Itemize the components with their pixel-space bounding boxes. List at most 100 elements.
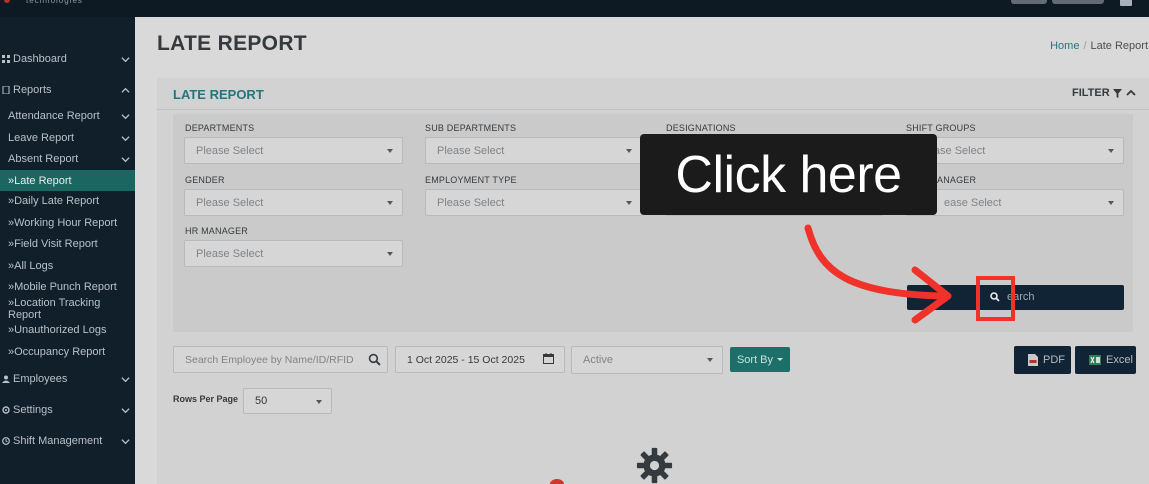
manager-select[interactable]: ease Select — [906, 189, 1124, 216]
topbar-button-1[interactable] — [1011, 0, 1047, 4]
sidebar-item-field-visit-report[interactable]: »Field Visit Report — [0, 236, 135, 252]
employment-type-label: EMPLOYMENT TYPE — [425, 175, 517, 185]
shift-groups-label: SHIFT GROUPS — [906, 123, 976, 133]
sidebar-item-reports[interactable]: Reports — [0, 82, 135, 98]
collapse-chevron-up-icon[interactable] — [1126, 88, 1136, 98]
caret-down-icon — [316, 400, 322, 404]
sidebar-item-label: Absent Report — [8, 153, 79, 165]
loading-dot — [550, 479, 564, 484]
status-select[interactable]: Active — [571, 346, 723, 374]
breadcrumb-home-link[interactable]: Home — [1050, 40, 1079, 52]
gender-placeholder: Please Select — [196, 196, 264, 209]
breadcrumb: Home / Late Report — [1050, 40, 1148, 52]
sidebar-item-unauthorized-logs[interactable]: »Unauthorized Logs — [0, 322, 135, 338]
caret-down-icon — [626, 149, 632, 153]
sidebar-item-label: »Occupancy Report — [8, 346, 106, 358]
chevron-down-icon — [121, 56, 130, 62]
sidebar-item-absent-report[interactable]: Absent Report — [0, 151, 135, 167]
excel-file-icon — [1089, 355, 1101, 365]
tutorial-highlight-box — [976, 276, 1015, 321]
employment-type-placeholder: Please Select — [437, 196, 505, 209]
sidebar-item-daily-late-report[interactable]: »Daily Late Report — [0, 193, 135, 209]
rows-per-page-select[interactable]: 50 — [243, 388, 332, 414]
sidebar-item-occupancy-report[interactable]: »Occupancy Report — [0, 344, 135, 360]
sidebar-item-employees[interactable]: Employees — [0, 371, 135, 387]
caret-down-icon — [387, 252, 393, 256]
filter-icon — [1112, 88, 1122, 98]
employee-search-input[interactable]: Search Employee by Name/ID/RFID — [173, 346, 388, 373]
dashboard-icon — [2, 55, 10, 63]
departments-label: DEPARTMENTS — [185, 123, 255, 133]
users-icon — [2, 375, 10, 383]
excel-button[interactable]: Excel — [1075, 346, 1136, 374]
sidebar-item-label: Leave Report — [8, 132, 75, 144]
sort-by-label: Sort By — [736, 353, 774, 366]
manager-label: ANAGER — [937, 175, 977, 185]
employee-search-placeholder: Search Employee by Name/ID/RFID — [185, 353, 354, 366]
logo-mark — [4, 0, 10, 3]
sidebar-item-mobile-punch-report[interactable]: »Mobile Punch Report — [0, 279, 135, 295]
pdf-label: PDF — [1043, 354, 1065, 366]
clock-icon — [2, 437, 10, 445]
chevron-down-icon — [121, 376, 130, 382]
sidebar-item-shift-management[interactable]: Shift Management — [0, 433, 135, 449]
pdf-button[interactable]: PDF — [1014, 346, 1071, 374]
employment-type-select[interactable]: Please Select — [425, 189, 642, 216]
filter-label: FILTER — [1072, 87, 1110, 99]
sidebar-item-all-logs[interactable]: »All Logs — [0, 258, 135, 274]
filter-toggle[interactable]: FILTER — [1072, 87, 1122, 99]
loading-gear-icon — [636, 447, 673, 484]
gender-label: GENDER — [185, 175, 225, 185]
hr-manager-label: HR MANAGER — [185, 226, 249, 236]
logo-text: technologies — [26, 0, 83, 5]
breadcrumb-separator: / — [1083, 40, 1087, 52]
sidebar-item-label: Settings — [13, 404, 53, 416]
sidebar-item-label: Shift Management — [13, 435, 103, 447]
language-flag-icon[interactable] — [1120, 0, 1132, 6]
departments-select[interactable]: Please Select — [184, 137, 403, 164]
caret-down-icon — [707, 358, 713, 362]
sidebar-item-dashboard[interactable]: Dashboard — [0, 51, 135, 67]
search-icon — [368, 353, 381, 366]
sidebar-item-label: »Working Hour Report — [8, 217, 118, 229]
breadcrumb-current: Late Report — [1090, 40, 1148, 52]
sidebar-item-leave-report[interactable]: Leave Report — [0, 130, 135, 146]
chevron-down-icon — [121, 156, 130, 162]
chevron-down-icon — [121, 407, 130, 413]
shift-groups-select[interactable]: Please Select — [906, 137, 1124, 164]
caret-down-icon — [777, 358, 784, 361]
topbar-button-2[interactable] — [1052, 0, 1104, 4]
gender-select[interactable]: Please Select — [184, 189, 403, 216]
sort-by-button[interactable]: Sort By — [730, 347, 790, 372]
chevron-down-icon — [121, 438, 130, 444]
date-range-input[interactable]: 1 Oct 2025 - 15 Oct 2025 — [395, 346, 565, 373]
rows-per-page-value: 50 — [255, 395, 268, 407]
departments-placeholder: Please Select — [196, 144, 264, 157]
sidebar-item-working-hour-report[interactable]: »Working Hour Report — [0, 215, 135, 231]
sidebar-item-attendance-report[interactable]: Attendance Report — [0, 108, 135, 124]
caret-down-icon — [1108, 149, 1114, 153]
date-range-value: 1 Oct 2025 - 15 Oct 2025 — [407, 353, 525, 366]
page-title: LATE REPORT — [157, 32, 307, 55]
calendar-icon — [543, 353, 554, 364]
sidebar-item-settings[interactable]: Settings — [0, 402, 135, 418]
hr-manager-select[interactable]: Please Select — [184, 240, 403, 267]
chevron-up-icon — [121, 87, 130, 93]
sidebar-item-label: »Mobile Punch Report — [8, 281, 117, 293]
top-bar: technologies — [0, 0, 1149, 17]
sub-departments-label: SUB DEPARTMENTS — [425, 123, 517, 133]
caret-down-icon — [626, 201, 632, 205]
reports-icon — [2, 86, 10, 94]
sidebar-item-label: »Location Tracking Report — [8, 297, 101, 321]
hr-manager-placeholder: Please Select — [196, 247, 264, 260]
sub-departments-select[interactable]: Please Select — [425, 137, 642, 164]
sidebar-item-location-tracking-report[interactable]: »Location Tracking Report — [0, 297, 135, 321]
sub-departments-placeholder: Please Select — [437, 144, 505, 157]
tutorial-arrow-icon — [804, 224, 952, 324]
chevron-down-icon — [121, 135, 130, 141]
sidebar-item-late-report[interactable]: »Late Report — [0, 170, 135, 191]
chevron-down-icon — [121, 113, 130, 119]
excel-label: Excel — [1106, 354, 1133, 366]
sidebar-item-label: »Late Report — [8, 174, 72, 187]
designations-label: DESIGNATIONS — [666, 123, 736, 133]
